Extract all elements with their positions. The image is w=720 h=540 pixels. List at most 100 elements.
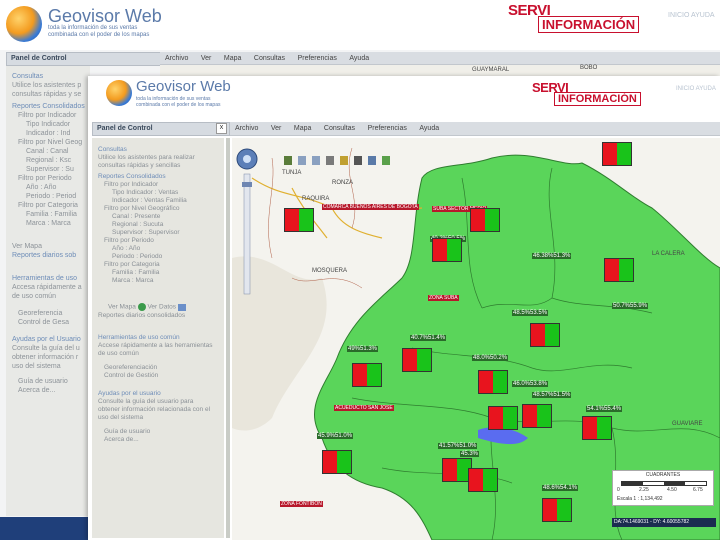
menu-archivo[interactable]: Archivo bbox=[160, 53, 193, 65]
info-icon[interactable] bbox=[354, 156, 362, 165]
acerca-link[interactable]: Acerca de... bbox=[98, 436, 224, 444]
map-toolbar bbox=[284, 156, 404, 166]
filter-item[interactable]: Año : Año bbox=[98, 245, 224, 253]
menu-mapa[interactable]: Mapa bbox=[219, 53, 247, 65]
pan-center-icon[interactable] bbox=[243, 155, 251, 163]
consultas-text: consultas rápidas y sencillas bbox=[98, 162, 181, 169]
zone-label: ACUEDUCTO SAN JOSE bbox=[334, 405, 394, 411]
side-line[interactable]: Filtro por Nivel Geog bbox=[12, 138, 90, 147]
globe-icon[interactable] bbox=[137, 303, 146, 311]
export-icon[interactable] bbox=[382, 156, 390, 165]
top-links[interactable]: INICIO AYUDA bbox=[668, 12, 715, 19]
side-line[interactable]: Guía de usuario bbox=[12, 377, 90, 386]
identify-icon[interactable] bbox=[340, 156, 348, 165]
place-label-tunja: TUNJA bbox=[282, 170, 302, 176]
menu-mapa[interactable]: Mapa bbox=[289, 123, 317, 135]
filter-item[interactable]: Marca : Marca bbox=[98, 277, 224, 285]
panel-splitter[interactable] bbox=[226, 138, 230, 538]
filter-item[interactable]: Tipo Indicador : Ventas bbox=[98, 189, 224, 197]
side-line[interactable]: Marca : Marca bbox=[12, 219, 90, 228]
measure-icon[interactable] bbox=[326, 156, 334, 165]
side-line[interactable]: Acerca de... bbox=[12, 386, 90, 395]
side-line[interactable]: Canal : Canal bbox=[12, 147, 90, 156]
mini-bar-chart[interactable] bbox=[522, 404, 552, 428]
ayudas-text: Consulte la guía del usuario para bbox=[98, 397, 194, 405]
map-view[interactable]: TUNJA RONZA RAQUIRA MOSQUERA LA CALERA G… bbox=[232, 138, 720, 540]
zoom-in-icon[interactable] bbox=[298, 156, 306, 165]
top-links[interactable]: INICIO AYUDA bbox=[676, 86, 716, 92]
mini-bar-chart[interactable] bbox=[488, 406, 518, 430]
menu-ayuda[interactable]: Ayuda bbox=[344, 53, 374, 65]
ver-mapa-link[interactable]: Ver Mapa bbox=[108, 304, 136, 311]
menu-preferencias[interactable]: Preferencias bbox=[293, 53, 342, 65]
filter-item[interactable]: Regional : Sucuta bbox=[98, 221, 224, 229]
menu-ver[interactable]: Ver bbox=[266, 123, 287, 135]
pct-label: 48.5%53.5% bbox=[512, 310, 549, 316]
filter-item[interactable]: Supervisor : Supervisor bbox=[98, 229, 224, 237]
map-label-bobo: BOBO bbox=[580, 65, 598, 71]
side-line[interactable]: Georeferencia bbox=[12, 309, 90, 318]
menu-archivo[interactable]: Archivo bbox=[230, 123, 263, 135]
side-line[interactable]: Periodo : Period bbox=[12, 192, 90, 201]
mini-bar-chart[interactable] bbox=[542, 498, 572, 522]
mini-bar-chart[interactable] bbox=[432, 238, 462, 262]
filter-group[interactable]: Filtro por Categoria bbox=[98, 261, 224, 269]
filter-group[interactable]: Filtro por Indicador bbox=[98, 181, 224, 189]
print-icon[interactable] bbox=[368, 156, 376, 165]
side-line[interactable]: Tipo Indicador bbox=[12, 120, 90, 129]
side-line[interactable]: Indicador : Ind bbox=[12, 129, 90, 138]
side-line[interactable]: Control de Gesa bbox=[12, 318, 90, 327]
ver-datos-link[interactable]: Ver Datos bbox=[147, 304, 176, 311]
filter-item[interactable]: Indicador : Ventas Familia bbox=[98, 197, 224, 205]
menu-ver[interactable]: Ver bbox=[196, 53, 217, 65]
menu-bar: Archivo Ver Mapa Consultas Preferencias … bbox=[230, 122, 720, 136]
mini-bar-chart[interactable] bbox=[602, 142, 632, 166]
side-line[interactable]: Filtro por Indicador bbox=[12, 111, 90, 120]
mini-bar-chart[interactable] bbox=[284, 208, 314, 232]
side-line[interactable]: Filtro por Categoria bbox=[12, 201, 90, 210]
filter-item[interactable]: Periodo : Periodo bbox=[98, 253, 224, 261]
side-line[interactable]: Supervisor : Su bbox=[12, 165, 90, 174]
pct-label: 46.38%51.3% bbox=[532, 253, 572, 259]
mini-bar-chart[interactable] bbox=[352, 363, 382, 387]
control-gestion-link[interactable]: Control de Gestión bbox=[98, 372, 224, 380]
mini-bar-chart[interactable] bbox=[322, 450, 352, 474]
side-line[interactable]: Filtro por Periodo bbox=[12, 174, 90, 183]
side-line: consultas rápidas y se bbox=[12, 91, 82, 98]
globe-logo-icon bbox=[6, 6, 42, 42]
side-line[interactable]: Año : Año bbox=[12, 183, 90, 192]
mini-bar-chart[interactable] bbox=[402, 348, 432, 372]
mini-bar-chart[interactable] bbox=[604, 258, 634, 282]
pan-tool-icon[interactable] bbox=[284, 156, 292, 165]
menu-consultas[interactable]: Consultas bbox=[319, 123, 360, 135]
bar-red bbox=[543, 499, 557, 521]
side-line: Ayudas por el Usuario bbox=[12, 336, 81, 343]
side-line[interactable]: Familia : Familia bbox=[12, 210, 90, 219]
filter-group[interactable]: Filtro por Periodo bbox=[98, 237, 224, 245]
reportes-diarios-link[interactable]: Reportes diarios consolidados bbox=[98, 312, 224, 320]
table-icon[interactable] bbox=[177, 303, 186, 311]
side-line[interactable]: Ver Mapa bbox=[12, 242, 90, 251]
menu-ayuda[interactable]: Ayuda bbox=[414, 123, 444, 135]
filter-group[interactable]: Filtro por Nivel Geográfico bbox=[98, 205, 224, 213]
side-line[interactable]: Regional : Ksc bbox=[12, 156, 90, 165]
zoom-slider-handle[interactable] bbox=[242, 182, 252, 187]
filter-item[interactable]: Familia : Familia bbox=[98, 269, 224, 277]
mini-bar-chart[interactable] bbox=[582, 416, 612, 440]
menu-consultas[interactable]: Consultas bbox=[249, 53, 290, 65]
reportes-title[interactable]: Reportes Consolidados bbox=[98, 173, 224, 181]
close-icon[interactable]: x bbox=[216, 123, 227, 134]
pct-label: 41.57%51.0% bbox=[438, 443, 478, 449]
zoom-out-icon[interactable] bbox=[312, 156, 320, 165]
mini-bar-chart[interactable] bbox=[468, 468, 498, 492]
mini-bar-chart[interactable] bbox=[470, 208, 500, 232]
guia-usuario-link[interactable]: Guía de usuario bbox=[98, 428, 224, 436]
bar-green bbox=[299, 209, 313, 231]
filter-item[interactable]: Canal : Presente bbox=[98, 213, 224, 221]
mini-bar-chart[interactable] bbox=[478, 370, 508, 394]
menu-preferencias[interactable]: Preferencias bbox=[363, 123, 412, 135]
zoom-slider[interactable] bbox=[243, 173, 251, 295]
georef-link[interactable]: Georeferenciación bbox=[98, 364, 224, 372]
globe-logo-icon bbox=[106, 80, 132, 106]
mini-bar-chart[interactable] bbox=[530, 323, 560, 347]
